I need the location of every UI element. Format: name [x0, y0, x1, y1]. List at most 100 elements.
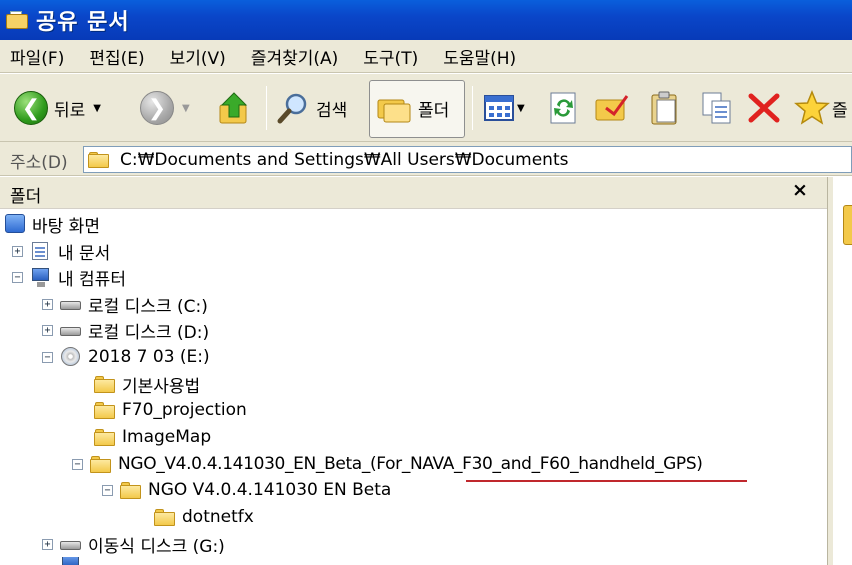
- tree-item-folder[interactable]: 기본사용법: [94, 371, 200, 397]
- desktop-icon: [4, 214, 26, 234]
- tree-item-label: F70_projection: [122, 400, 247, 420]
- tree-item-folder[interactable]: F70_projection: [94, 397, 247, 423]
- sync-button[interactable]: [548, 74, 580, 142]
- expand-icon[interactable]: +: [42, 324, 53, 336]
- menu-view[interactable]: 보기(V): [170, 44, 226, 69]
- documents-icon: [30, 241, 52, 261]
- views-button[interactable]: ▼: [484, 74, 525, 142]
- folders-pane-title: 폴더: [10, 187, 42, 207]
- delete-x-icon: [748, 93, 780, 123]
- tree-item-my-documents[interactable]: + 내 문서: [12, 238, 110, 264]
- folders-button-label: 폴더: [418, 100, 450, 121]
- folder-icon: [94, 374, 116, 394]
- hard-drive-icon: [60, 320, 82, 340]
- content-pane: [833, 177, 852, 565]
- tree-item-desktop[interactable]: 바탕 화면: [4, 211, 100, 237]
- search-icon: [277, 93, 307, 124]
- expand-icon[interactable]: +: [42, 298, 53, 310]
- annotation-underline: [466, 480, 747, 482]
- tree-item-label: 로컬 디스크 (C:): [88, 296, 208, 317]
- back-dropdown-icon[interactable]: ▼: [93, 103, 101, 114]
- menu-edit[interactable]: 편집(E): [89, 44, 144, 69]
- removable-drive-icon: [60, 534, 82, 554]
- expand-icon[interactable]: +: [12, 245, 23, 257]
- tree-item-drive-e[interactable]: − 2018 7 03 (E:): [42, 344, 210, 370]
- folder-icon: [6, 11, 28, 29]
- title-bar: 공유 문서: [0, 0, 852, 40]
- clipboard-icon: [651, 91, 677, 125]
- tree-item-drive-g[interactable]: + 이동식 디스크 (G:): [42, 531, 225, 557]
- collapse-icon[interactable]: −: [72, 458, 83, 470]
- menu-tools[interactable]: 도구(T): [363, 44, 418, 69]
- tree-item-label: dotnetfx: [182, 507, 254, 527]
- back-button-label: 뒤로: [54, 100, 86, 121]
- collapse-icon[interactable]: −: [12, 271, 23, 283]
- tree-item-label: 로컬 디스크 (D:): [88, 322, 210, 343]
- tree-item-label: NGO_V4.0.4.141030_EN_Beta_(For_NAVA_F30_…: [118, 454, 703, 474]
- folder-icon: [120, 480, 142, 500]
- address-path: C:₩Documents and Settings₩All Users₩Docu…: [120, 149, 569, 170]
- menu-file[interactable]: 파일(F): [10, 44, 64, 69]
- address-input[interactable]: C:₩Documents and Settings₩All Users₩Docu…: [83, 146, 852, 173]
- menu-help[interactable]: 도움말(H): [443, 44, 516, 69]
- tree-item-label: 2018 7 03 (E:): [88, 347, 210, 367]
- copy-to-button[interactable]: [648, 74, 680, 142]
- views-icon: [484, 95, 514, 121]
- folders-button-content[interactable]: 폴더: [376, 74, 449, 142]
- menu-bar: 파일(F) 편집(E) 보기(V) 즐겨찾기(A) 도구(T) 도움말(H): [0, 40, 852, 73]
- back-button[interactable]: ❮ 뒤로 ▼: [14, 74, 101, 142]
- search-button-label: 검색: [316, 100, 348, 121]
- control-panel-icon: [60, 557, 82, 565]
- window-title: 공유 문서: [36, 10, 130, 35]
- cd-drive-icon: [60, 347, 82, 367]
- tree-item-drive-c[interactable]: + 로컬 디스크 (C:): [42, 291, 208, 317]
- tree-item-partial[interactable]: [42, 557, 88, 565]
- expand-icon[interactable]: +: [42, 538, 53, 550]
- tree-item-label: NGO V4.0.4.141030 EN Beta: [148, 480, 392, 500]
- search-button[interactable]: 검색: [276, 74, 347, 142]
- tree-item-label: 내 문서: [58, 243, 111, 264]
- address-label: 주소(D): [10, 153, 68, 173]
- move-to-folder-icon: [595, 95, 629, 121]
- menu-favorites[interactable]: 즐겨찾기(A): [251, 44, 338, 69]
- folder-icon: [90, 454, 112, 474]
- tree-item-folder-ngo-long[interactable]: − NGO_V4.0.4.141030_EN_Beta_(For_NAVA_F3…: [72, 451, 703, 477]
- tree-item-label: 기본사용법: [122, 376, 201, 397]
- address-bar: 주소(D) C:₩Documents and Settings₩All User…: [0, 142, 852, 176]
- folder-icon: [94, 400, 116, 420]
- favorites-button-label: 즐: [832, 100, 848, 121]
- hard-drive-icon: [60, 294, 82, 314]
- forward-arrow-icon: ❯: [140, 91, 174, 125]
- collapse-icon[interactable]: −: [42, 351, 53, 363]
- folder-icon: [154, 507, 176, 527]
- computer-icon: [30, 267, 52, 287]
- forward-button[interactable]: ❯ ▼: [140, 74, 190, 142]
- tree-item-my-computer[interactable]: − 내 컴퓨터: [12, 264, 126, 290]
- folder-icon: [88, 150, 112, 170]
- favorites-button[interactable]: 즐: [794, 74, 848, 142]
- close-icon[interactable]: ×: [792, 179, 808, 201]
- star-icon: [794, 90, 830, 125]
- tree-item-label: 이동식 디스크 (G:): [88, 536, 225, 557]
- copy-button[interactable]: [700, 74, 734, 142]
- folders-icon: [377, 99, 411, 123]
- folder-icon: [94, 427, 116, 447]
- up-folder-icon: [219, 92, 248, 124]
- folder-icon: [843, 205, 852, 245]
- toolbar: ❮ 뒤로 ▼ ❯ ▼ 검색 폴더 ▼ 즐: [0, 74, 852, 142]
- folders-pane-header: 폴더 ×: [0, 177, 827, 209]
- tree-item-folder-dotnetfx[interactable]: dotnetfx: [154, 504, 254, 530]
- forward-dropdown-icon[interactable]: ▼: [182, 103, 190, 114]
- delete-button[interactable]: [746, 74, 782, 142]
- move-to-button[interactable]: [594, 74, 630, 142]
- sync-icon: [550, 92, 576, 124]
- up-folder-button[interactable]: [218, 74, 252, 142]
- copy-icon: [702, 92, 731, 124]
- folder-tree: 바탕 화면 + 내 문서 − 내 컴퓨터 + 로컬 디스크 (C:) + 로컬 …: [0, 209, 827, 565]
- tree-item-drive-d[interactable]: + 로컬 디스크 (D:): [42, 317, 209, 343]
- tree-item-folder-ngo[interactable]: − NGO V4.0.4.141030 EN Beta: [102, 477, 391, 503]
- collapse-icon[interactable]: −: [102, 484, 113, 496]
- views-dropdown-icon[interactable]: ▼: [517, 103, 525, 114]
- back-arrow-icon: ❮: [14, 91, 48, 125]
- tree-item-folder[interactable]: ImageMap: [94, 424, 211, 450]
